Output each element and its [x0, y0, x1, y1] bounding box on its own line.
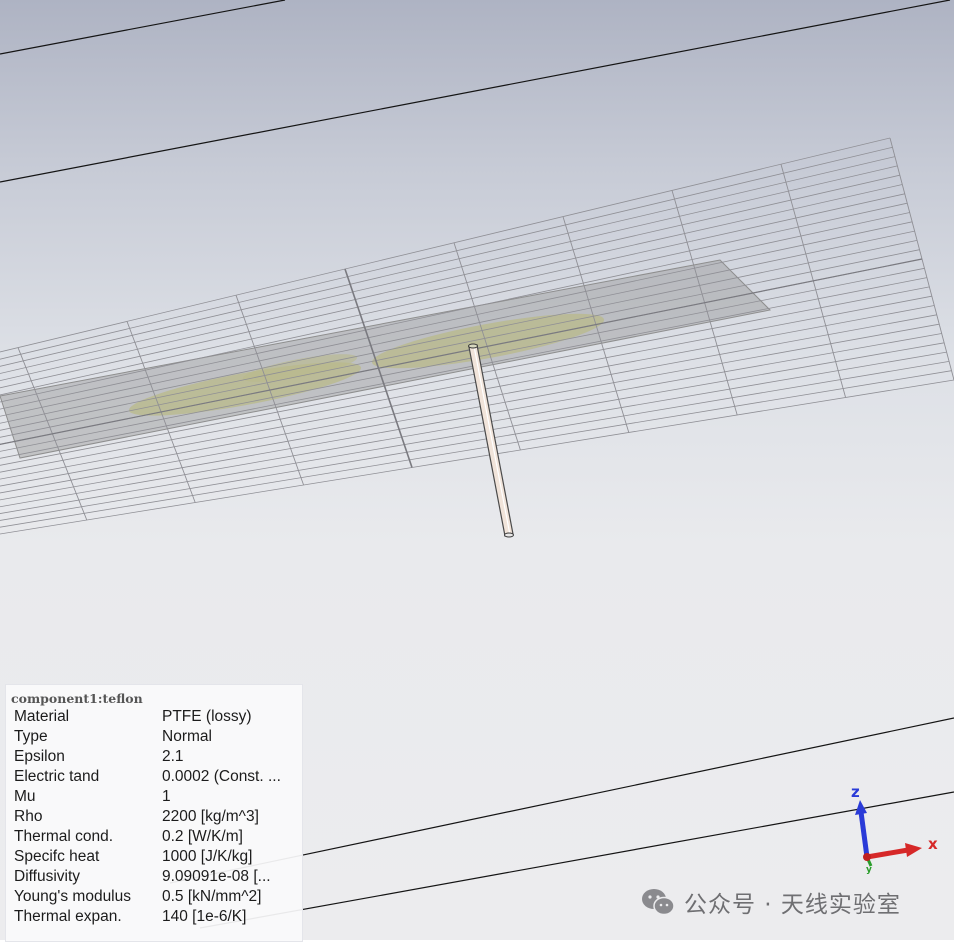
property-value: PTFE (lossy) — [162, 708, 252, 725]
z-axis-line — [858, 811, 870, 858]
property-row: Thermal expan. 140 [1e-6/K] — [6, 907, 302, 927]
property-name: Diffusivity — [14, 868, 81, 885]
property-row: Rho 2200 [kg/m^3] — [6, 807, 302, 827]
property-row: Type Normal — [6, 727, 302, 747]
property-value: 140 [1e-6/K] — [162, 908, 247, 925]
property-row: Material PTFE (lossy) — [6, 707, 302, 727]
y-axis-label: y — [866, 865, 872, 875]
property-value: 0.0002 (Const. ... — [162, 768, 281, 785]
property-name: Rho — [14, 808, 43, 825]
property-row: Epsilon 2.1 — [6, 747, 302, 767]
property-row: Thermal cond. 0.2 [W/K/m] — [6, 827, 302, 847]
property-value: 1000 [J/K/kg] — [162, 848, 253, 865]
property-name: Type — [14, 728, 48, 745]
property-name: Epsilon — [14, 748, 65, 765]
property-name: Material — [14, 708, 70, 725]
watermark: 公众号 · 天线实验室 — [640, 885, 901, 919]
property-value: 9.09091e-08 [... — [162, 868, 271, 885]
property-name: Young's modulus — [14, 888, 131, 905]
properties-table: Material PTFE (lossy) Type Normal Epsilon 2.1… — [6, 707, 302, 927]
property-name: Thermal expan. — [14, 908, 122, 925]
z-axis-label: z — [851, 783, 860, 801]
panel-title: component1:teflon — [11, 691, 143, 706]
property-row: Diffusivity 9.09091e-08 [... — [6, 867, 302, 887]
property-name: Specifc heat — [14, 848, 100, 865]
property-value: 2200 [kg/m^3] — [162, 808, 259, 825]
property-value: 2.1 — [162, 748, 184, 765]
property-row: Specifc heat 1000 [J/K/kg] — [6, 847, 302, 867]
property-value: 0.2 [W/K/m] — [162, 828, 243, 845]
x-axis-line — [866, 847, 909, 860]
watermark-text: 公众号 · 天线实验室 — [684, 892, 901, 918]
property-name: Thermal cond. — [14, 828, 114, 845]
x-axis-label: x — [928, 835, 938, 853]
material-properties-panel: component1:teflon Material PTFE (lossy) Ty… — [5, 684, 303, 942]
property-value: 1 — [162, 788, 171, 805]
property-value: 0.5 [kN/mm^2] — [162, 888, 262, 905]
property-name: Electric tand — [14, 768, 100, 785]
property-row: Mu 1 — [6, 787, 302, 807]
wechat-icon — [642, 889, 675, 916]
property-row: Electric tand 0.0002 (Const. ... — [6, 767, 302, 787]
property-value: Normal — [162, 728, 212, 745]
property-row: Young's modulus 0.5 [kN/mm^2] — [6, 887, 302, 907]
property-name: Mu — [14, 788, 36, 805]
